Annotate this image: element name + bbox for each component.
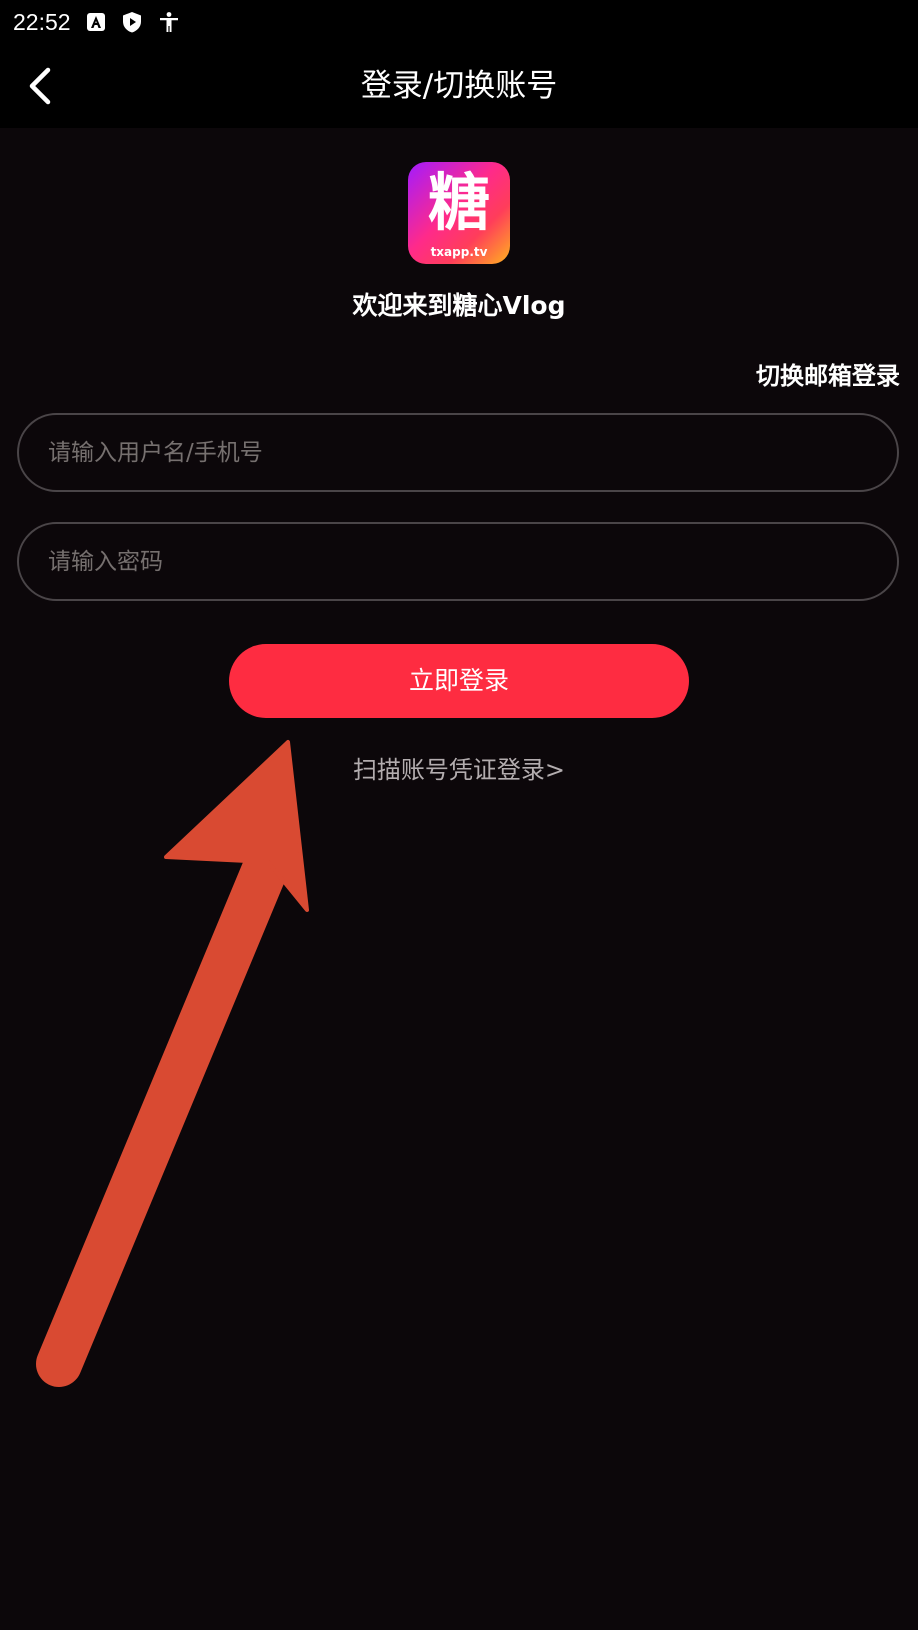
back-button[interactable] [18, 60, 70, 112]
password-input[interactable] [17, 522, 899, 601]
app-logo: 糖 txapp.tv [408, 162, 510, 264]
welcome-text: 欢迎来到糖心Vlog [352, 291, 566, 320]
switch-email-login-link[interactable]: 切换邮箱登录 [756, 358, 900, 394]
a-notification-icon [87, 13, 105, 31]
logo-url: txapp.tv [430, 245, 488, 259]
page-title: 登录/切换账号 [360, 68, 558, 104]
status-bar: 22:52 [0, 0, 918, 44]
login-screen: 22:52 登录/切换账号 糖 txapp.tv 欢迎来到糖心Vlog 切换邮箱… [0, 0, 918, 1630]
logo-character: 糖 [427, 166, 490, 239]
login-button[interactable]: 立即登录 [229, 644, 689, 718]
shield-play-icon [123, 12, 141, 33]
accessibility-icon [160, 12, 178, 32]
scan-credential-login-link[interactable]: 扫描账号凭证登录> [0, 752, 918, 788]
nav-bar: 登录/切换账号 [0, 44, 918, 128]
chevron-left-icon [29, 67, 51, 105]
username-input[interactable] [17, 413, 899, 492]
status-time: 22:52 [13, 9, 71, 35]
